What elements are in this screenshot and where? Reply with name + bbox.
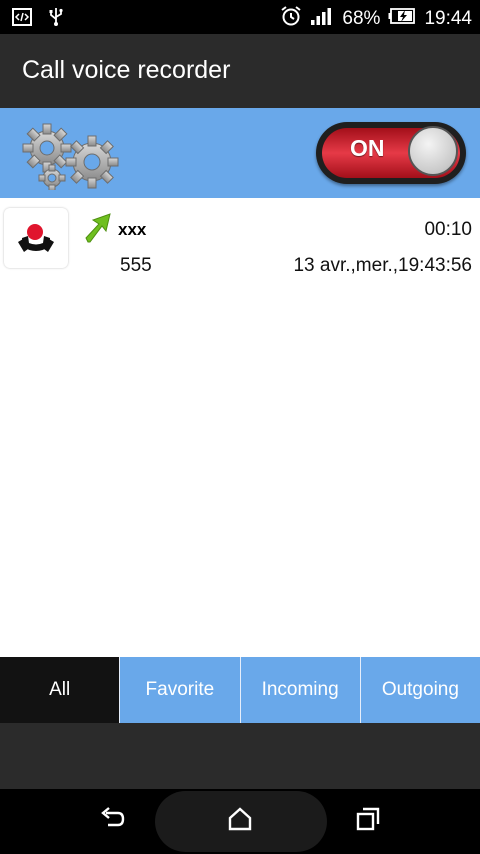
bottom-panel	[0, 723, 480, 789]
outgoing-arrow-icon	[82, 212, 112, 249]
battery-charging-icon	[388, 7, 416, 31]
tab-incoming[interactable]: Incoming	[239, 657, 360, 723]
contact-name: xxx	[118, 220, 147, 239]
alarm-icon	[280, 5, 302, 33]
phone-number: 555	[120, 255, 152, 276]
recording-toggle[interactable]: ON	[316, 122, 466, 184]
usb-icon	[48, 7, 64, 32]
toggle-knob[interactable]	[408, 126, 458, 176]
back-icon[interactable]	[98, 805, 126, 838]
call-duration: 00:10	[424, 219, 472, 240]
gears-icon[interactable]	[14, 120, 129, 195]
recents-icon[interactable]	[354, 805, 382, 838]
call-recorder-app-icon	[4, 208, 68, 268]
battery-percent: 68%	[342, 8, 381, 29]
code-icon	[12, 8, 32, 31]
list-item[interactable]: xxx 00:10 555 13 avr.,mer.,19:43:56	[0, 198, 480, 282]
status-time: 19:44	[424, 8, 472, 29]
app-title: Call voice recorder	[22, 56, 231, 84]
home-icon[interactable]	[226, 805, 254, 838]
toggle-label: ON	[350, 135, 385, 161]
tab-all[interactable]: All	[0, 657, 120, 723]
status-bar: 68% 19:44	[0, 0, 480, 34]
tab-outgoing[interactable]: Outgoing	[359, 657, 480, 723]
app-bar: Call voice recorder	[0, 34, 480, 108]
navigation-bar	[0, 789, 480, 854]
filter-tabs: All Favorite Incoming Outgoing	[0, 657, 480, 723]
recording-banner: ON	[0, 108, 480, 198]
call-datetime: 13 avr.,mer.,19:43:56	[293, 255, 472, 276]
signal-icon	[310, 6, 334, 32]
tab-favorite[interactable]: Favorite	[119, 657, 240, 723]
